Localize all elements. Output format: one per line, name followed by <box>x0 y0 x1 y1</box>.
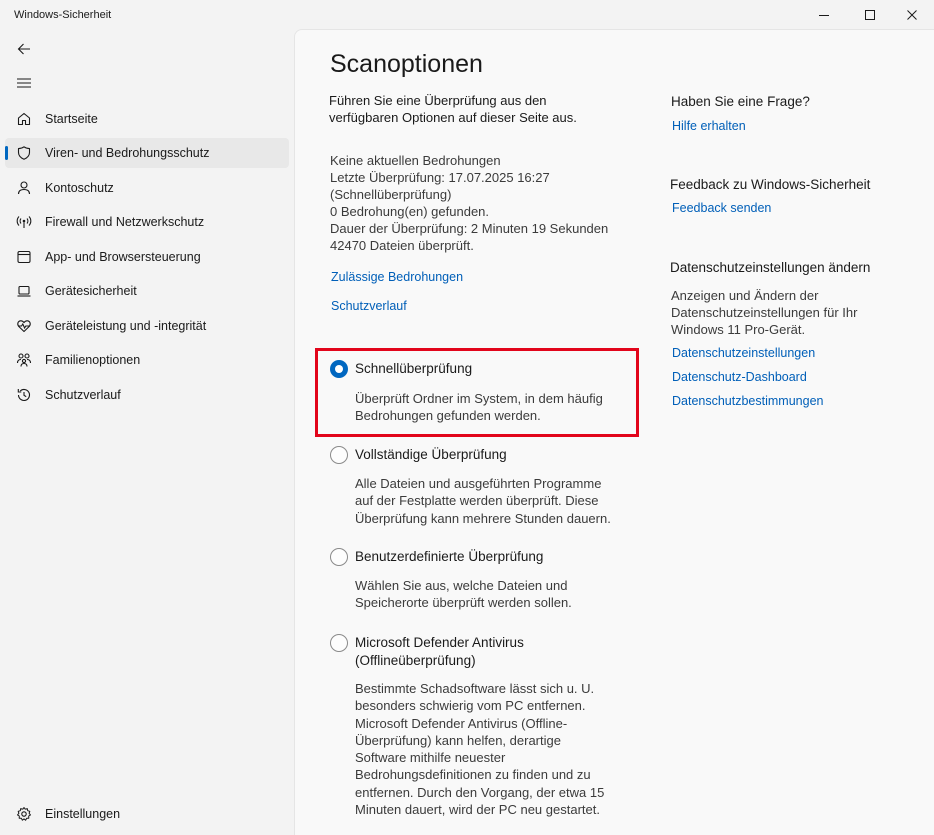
hamburger-icon <box>17 78 31 88</box>
page-title: Scanoptionen <box>330 50 483 78</box>
family-icon <box>16 352 32 368</box>
maximize-icon <box>865 10 875 20</box>
sidebar-item-label: App- und Browsersteuerung <box>45 250 201 264</box>
app-window: Windows-Sicherheit Startseite Viren- und… <box>0 0 934 835</box>
sidebar-item-family[interactable]: Familienoptionen <box>5 345 289 375</box>
sidebar-item-device-security[interactable]: Gerätesicherheit <box>5 276 289 306</box>
scan-option-description: Bestimmte Schadsoftware lässt sich u. U.… <box>355 681 605 818</box>
close-icon <box>907 10 917 20</box>
minimize-icon <box>819 15 829 16</box>
sidebar-item-firewall[interactable]: Firewall und Netzwerkschutz <box>5 207 289 237</box>
sidebar-item-label: Gerätesicherheit <box>45 284 137 298</box>
sidebar-item-label: Schutzverlauf <box>45 388 121 402</box>
sidebar-item-account[interactable]: Kontoschutz <box>5 173 289 203</box>
get-help-link[interactable]: Hilfe erhalten <box>672 119 746 133</box>
active-indicator <box>5 146 8 160</box>
sidebar-item-app-browser[interactable]: App- und Browsersteuerung <box>5 242 289 272</box>
app-window-icon <box>16 249 32 265</box>
scan-option-label: Microsoft Defender Antivirus (Offlineübe… <box>355 635 524 668</box>
radio-button[interactable] <box>330 634 348 652</box>
privacy-statement-link[interactable]: Datenschutzbestimmungen <box>672 394 823 408</box>
sidebar-item-label: Startseite <box>45 112 98 126</box>
scan-option-description: Alle Dateien und ausgeführten Programme … <box>355 476 611 526</box>
shield-icon <box>16 145 32 161</box>
antenna-icon <box>16 214 32 230</box>
close-button[interactable] <box>890 0 934 30</box>
history-icon <box>16 387 32 403</box>
heart-pulse-icon <box>16 318 32 334</box>
sidebar-item-label: Familienoptionen <box>45 353 141 367</box>
sidebar-item-history[interactable]: Schutzverlauf <box>5 380 289 410</box>
privacy-dashboard-link[interactable]: Datenschutz-Dashboard <box>672 370 807 384</box>
title-bar: Windows-Sicherheit <box>0 0 934 30</box>
sidebar-item-settings[interactable]: Einstellungen <box>5 799 289 829</box>
privacy-settings-link[interactable]: Datenschutzeinstellungen <box>672 346 815 360</box>
sidebar-item-label: Viren- und Bedrohungsschutz <box>45 146 210 160</box>
home-icon <box>16 111 32 127</box>
sidebar-item-label: Kontoschutz <box>45 181 114 195</box>
intro-text: Führen Sie eine Überprüfung aus den verf… <box>329 93 577 125</box>
radio-button[interactable] <box>330 548 348 566</box>
scan-option-label: Benutzerdefinierte Überprüfung <box>355 549 544 564</box>
scan-option-description: Wählen Sie aus, welche Dateien und Speic… <box>355 578 572 611</box>
privacy-text: Anzeigen und Ändern der Datenschutzeinst… <box>671 288 858 337</box>
sidebar-item-label: Firewall und Netzwerkschutz <box>45 215 205 229</box>
sidebar-item-device-performance[interactable]: Geräteleistung und -integrität <box>5 311 289 341</box>
radio-button[interactable] <box>330 446 348 464</box>
sidebar-item-label: Einstellungen <box>45 807 121 821</box>
back-arrow-icon <box>17 43 30 55</box>
highlight-annotation-box <box>315 348 639 437</box>
privacy-heading: Datenschutzeinstellungen ändern <box>670 260 871 275</box>
menu-button[interactable] <box>10 70 38 96</box>
maximize-button[interactable] <box>848 0 892 30</box>
person-icon <box>16 180 32 196</box>
scan-option-label: Vollständige Überprüfung <box>355 447 507 462</box>
sidebar-item-home[interactable]: Startseite <box>5 104 289 134</box>
minimize-button[interactable] <box>802 0 846 30</box>
allowed-threats-link[interactable]: Zulässige Bedrohungen <box>331 270 463 284</box>
scan-status: Keine aktuellen Bedrohungen Letzte Überp… <box>330 153 609 253</box>
protection-history-link[interactable]: Schutzverlauf <box>331 299 407 313</box>
laptop-icon <box>16 283 32 299</box>
sidebar-item-virus-protection[interactable]: Viren- und Bedrohungsschutz <box>5 138 289 168</box>
send-feedback-link[interactable]: Feedback senden <box>672 201 771 215</box>
question-heading: Haben Sie eine Frage? <box>671 94 810 109</box>
gear-icon <box>16 806 32 822</box>
sidebar-item-label: Geräteleistung und -integrität <box>45 319 207 333</box>
window-title: Windows-Sicherheit <box>14 9 112 21</box>
feedback-heading: Feedback zu Windows-Sicherheit <box>670 177 871 192</box>
back-button[interactable] <box>10 36 38 62</box>
